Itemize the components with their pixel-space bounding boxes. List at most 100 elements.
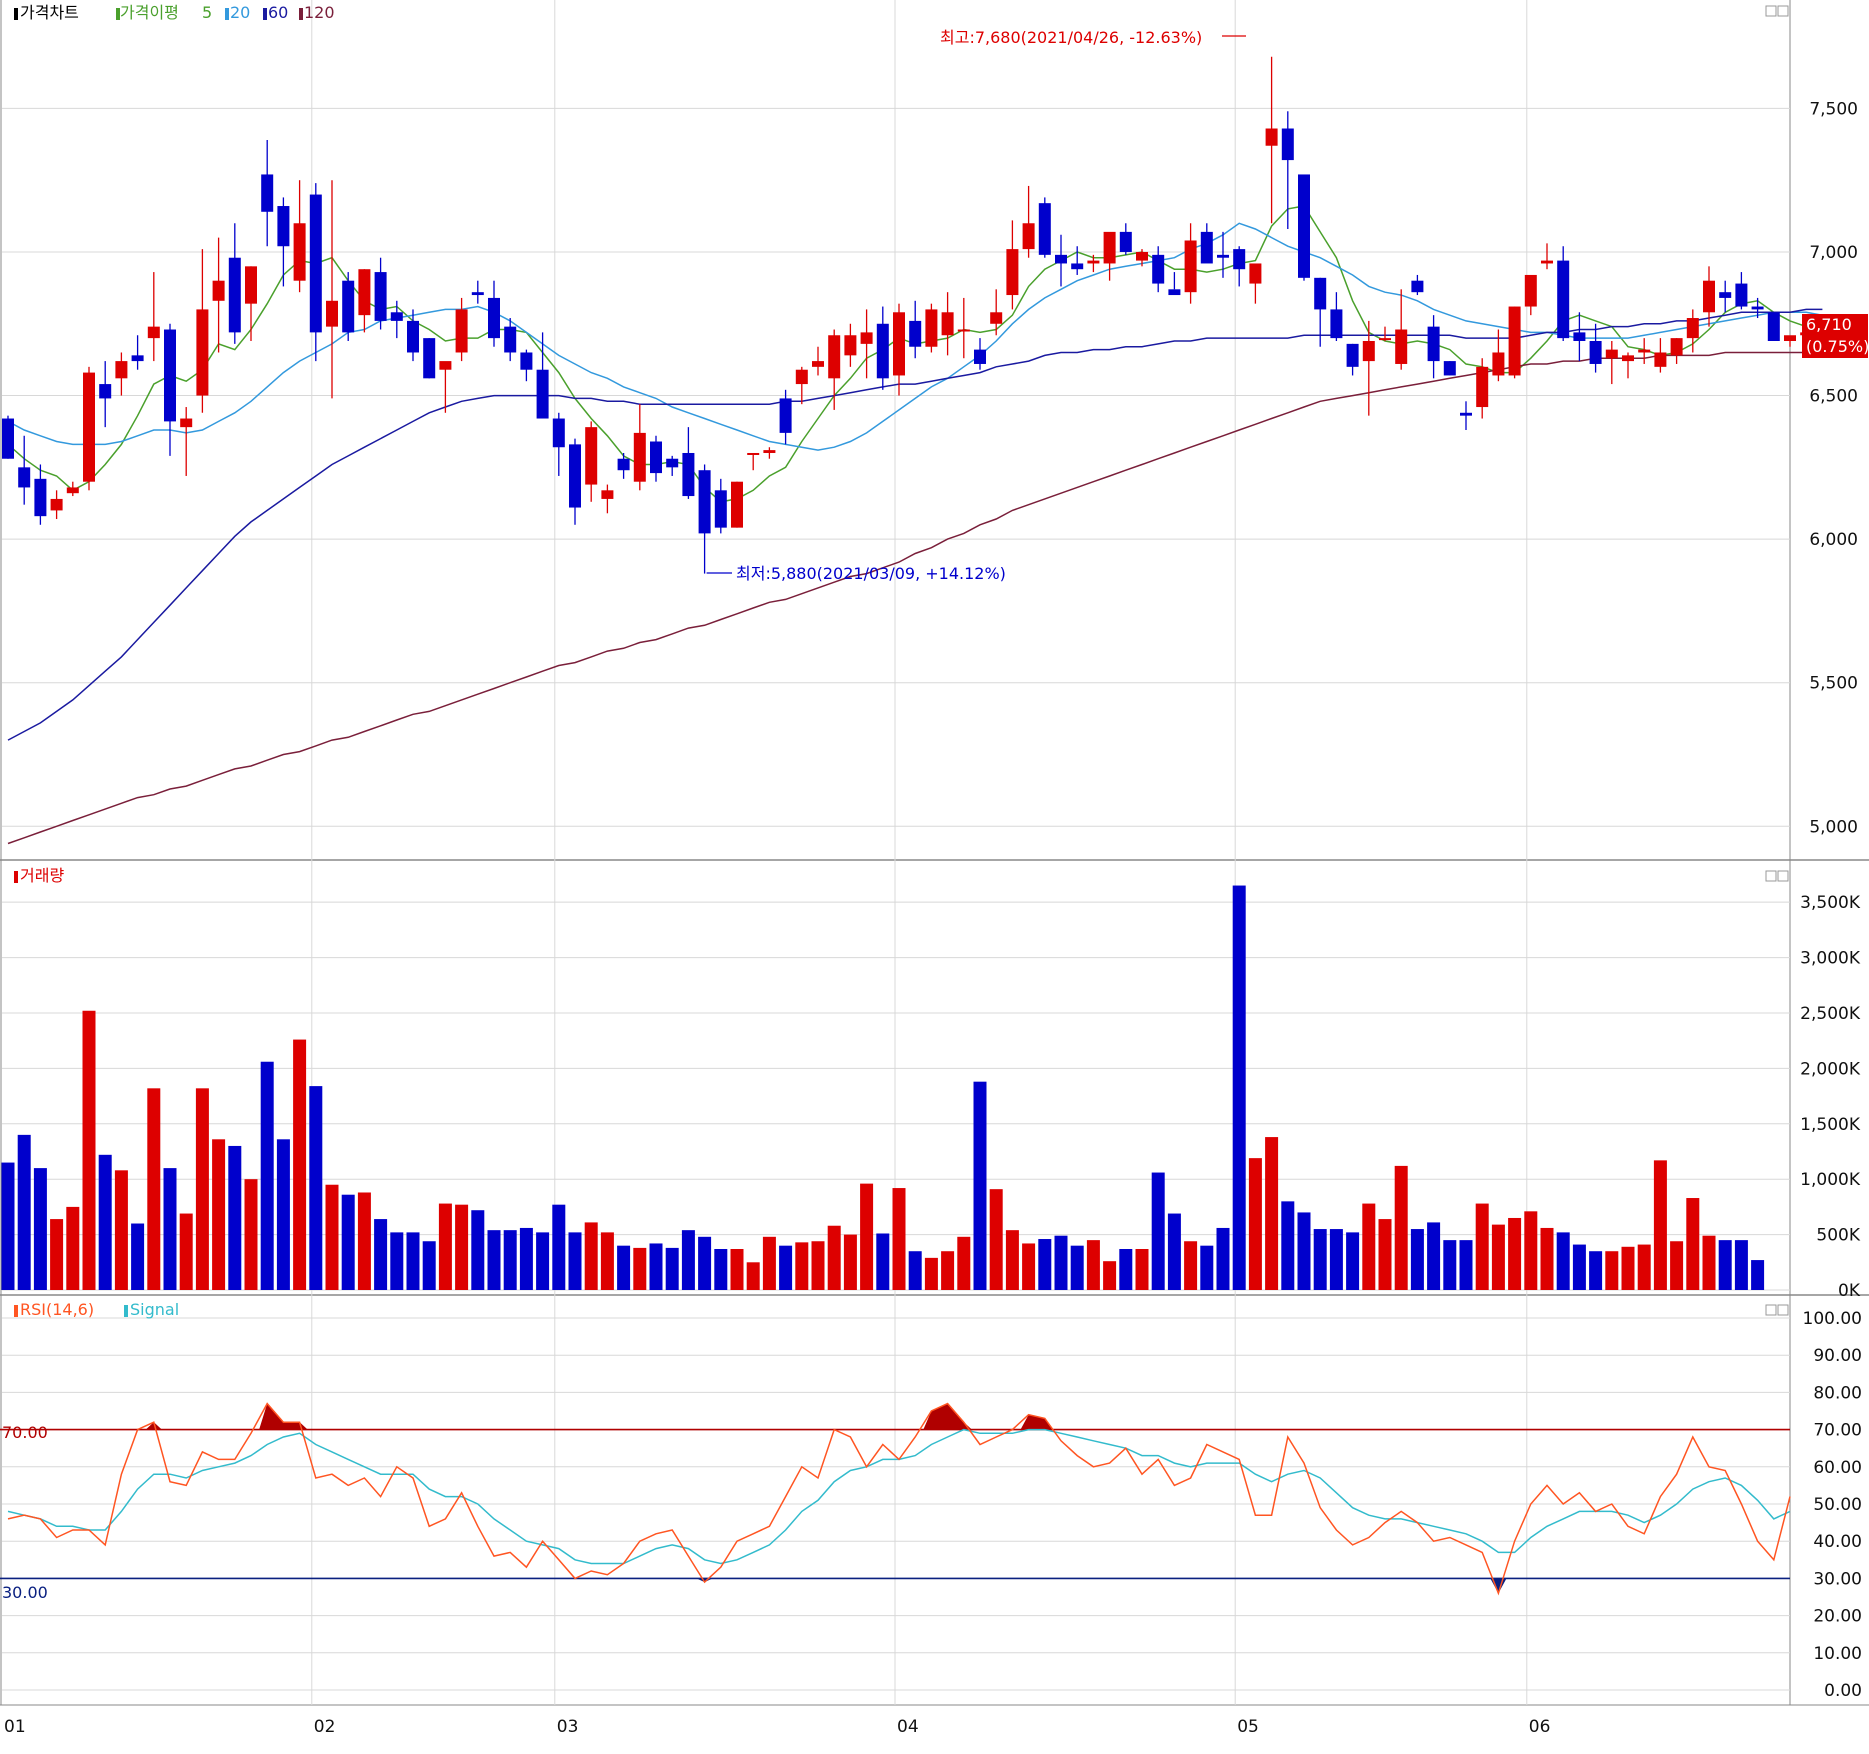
volume-bar [325, 1184, 339, 1290]
candle-body [1362, 340, 1375, 362]
volume-bar [1378, 1219, 1392, 1290]
x-tick-label: 01 [4, 1717, 26, 1737]
candle-body [1557, 260, 1570, 339]
volume-bar [1524, 1211, 1538, 1290]
stock-chart-window: 7,500 7,000 6,500 6,000 5,500 5,000 3,500K 3,00… [0, 0, 1869, 1750]
volume-tick-label: 1,000K [1800, 1170, 1861, 1190]
candle-body [1703, 280, 1715, 313]
candle-body [358, 269, 371, 316]
volume-bar [876, 1233, 890, 1290]
volume-bar [843, 1234, 857, 1290]
high-annotation: 최고:7,680(2021/04/26, -12.63%) [940, 28, 1202, 47]
candle-body [1622, 355, 1634, 362]
candle-body [245, 266, 257, 304]
volume-bar [1038, 1239, 1052, 1290]
volume-bar [1248, 1158, 1262, 1290]
candle-body [714, 490, 727, 528]
volume-bar [1621, 1246, 1635, 1290]
candle-body [66, 487, 79, 494]
volume-bar [1086, 1240, 1100, 1290]
candle-body [1200, 231, 1213, 264]
volume-legend: 거래량 [20, 866, 64, 885]
rsi-legend: RSI(14,6) [20, 1300, 94, 1319]
volume-bar [536, 1232, 550, 1290]
volume-bar [1653, 1160, 1667, 1290]
volume-bar [455, 1204, 469, 1290]
volume-bar [1103, 1261, 1117, 1290]
rsi-lower-label: 30.00 [2, 1583, 48, 1602]
volume-bar [1346, 1232, 1360, 1290]
candle-body [601, 490, 614, 499]
volume-bar [779, 1245, 793, 1290]
candle-body [488, 297, 500, 339]
volume-bar [1459, 1240, 1473, 1290]
price-legend-marker [14, 8, 18, 20]
candle-body [1071, 263, 1084, 270]
volume-tick-label: 500K [1816, 1226, 1860, 1246]
volume-bar [341, 1194, 355, 1290]
volume-bar [860, 1183, 874, 1290]
candle-body [1427, 326, 1440, 362]
volume-bar [1281, 1201, 1295, 1290]
volume-bar [131, 1223, 145, 1290]
candle-body [407, 320, 419, 353]
volume-bar [1540, 1227, 1554, 1290]
candle-body [779, 398, 792, 433]
candle-body [212, 280, 225, 301]
volume-bar [471, 1210, 485, 1290]
volume-bar [179, 1213, 193, 1290]
volume-bar [1491, 1224, 1505, 1290]
candle-body [277, 206, 290, 247]
volume-bar [1200, 1245, 1214, 1290]
candle-body [147, 326, 160, 339]
candle-body [617, 458, 630, 471]
candle-body [471, 292, 484, 296]
volume-bar [1232, 885, 1246, 1290]
volume-bar [746, 1262, 760, 1290]
volume-bar [1119, 1249, 1133, 1290]
price-tick-label: 6,000 [1809, 530, 1858, 550]
volume-bar [1734, 1240, 1748, 1290]
candle-body [1508, 306, 1521, 376]
candle-body [1735, 283, 1748, 307]
volume-bar [50, 1219, 64, 1290]
volume-bar [584, 1222, 598, 1290]
volume-bar [811, 1241, 825, 1290]
x-tick-label: 02 [314, 1717, 336, 1737]
price-tick-label: 7,500 [1809, 99, 1858, 119]
ma20-legend-marker [225, 8, 229, 20]
low-annotation: 최저:5,880(2021/03/09, +14.12%) [736, 564, 1006, 583]
volume-tick-label: 1,500K [1800, 1115, 1861, 1135]
candle-body [99, 384, 112, 399]
volume-bar [438, 1203, 452, 1290]
candle-body [666, 458, 679, 468]
volume-tick-label: 3,500K [1800, 893, 1861, 913]
volume-bar [374, 1219, 388, 1290]
candle-body [1346, 343, 1359, 367]
price-legend-ma5: 5 [202, 3, 212, 22]
candle-body [1460, 412, 1472, 416]
candle-body [423, 338, 436, 379]
rsi-tick-label: 0.00 [1824, 1681, 1862, 1701]
candle-body [698, 470, 711, 534]
candle-body [115, 361, 128, 379]
candle-body [228, 257, 241, 333]
price-legend-ma20: 20 [230, 3, 250, 22]
volume-bar [941, 1251, 955, 1290]
ma120-legend-marker [299, 8, 303, 20]
candle-body [34, 478, 47, 517]
ma60-legend-marker [263, 8, 267, 20]
candle-body [844, 335, 857, 356]
rsi-upper-label: 70.00 [2, 1423, 48, 1442]
candle-body [261, 174, 274, 212]
volume-bar [163, 1168, 177, 1290]
volume-bar [1718, 1240, 1732, 1290]
candle-body [1443, 361, 1456, 376]
candle-body [180, 418, 193, 428]
volume-bar [1216, 1227, 1230, 1290]
candle-body [1654, 352, 1667, 367]
ma-legend-marker [116, 8, 120, 20]
candle-body [585, 427, 598, 485]
volume-bar [633, 1247, 647, 1290]
volume-bar [66, 1206, 80, 1290]
